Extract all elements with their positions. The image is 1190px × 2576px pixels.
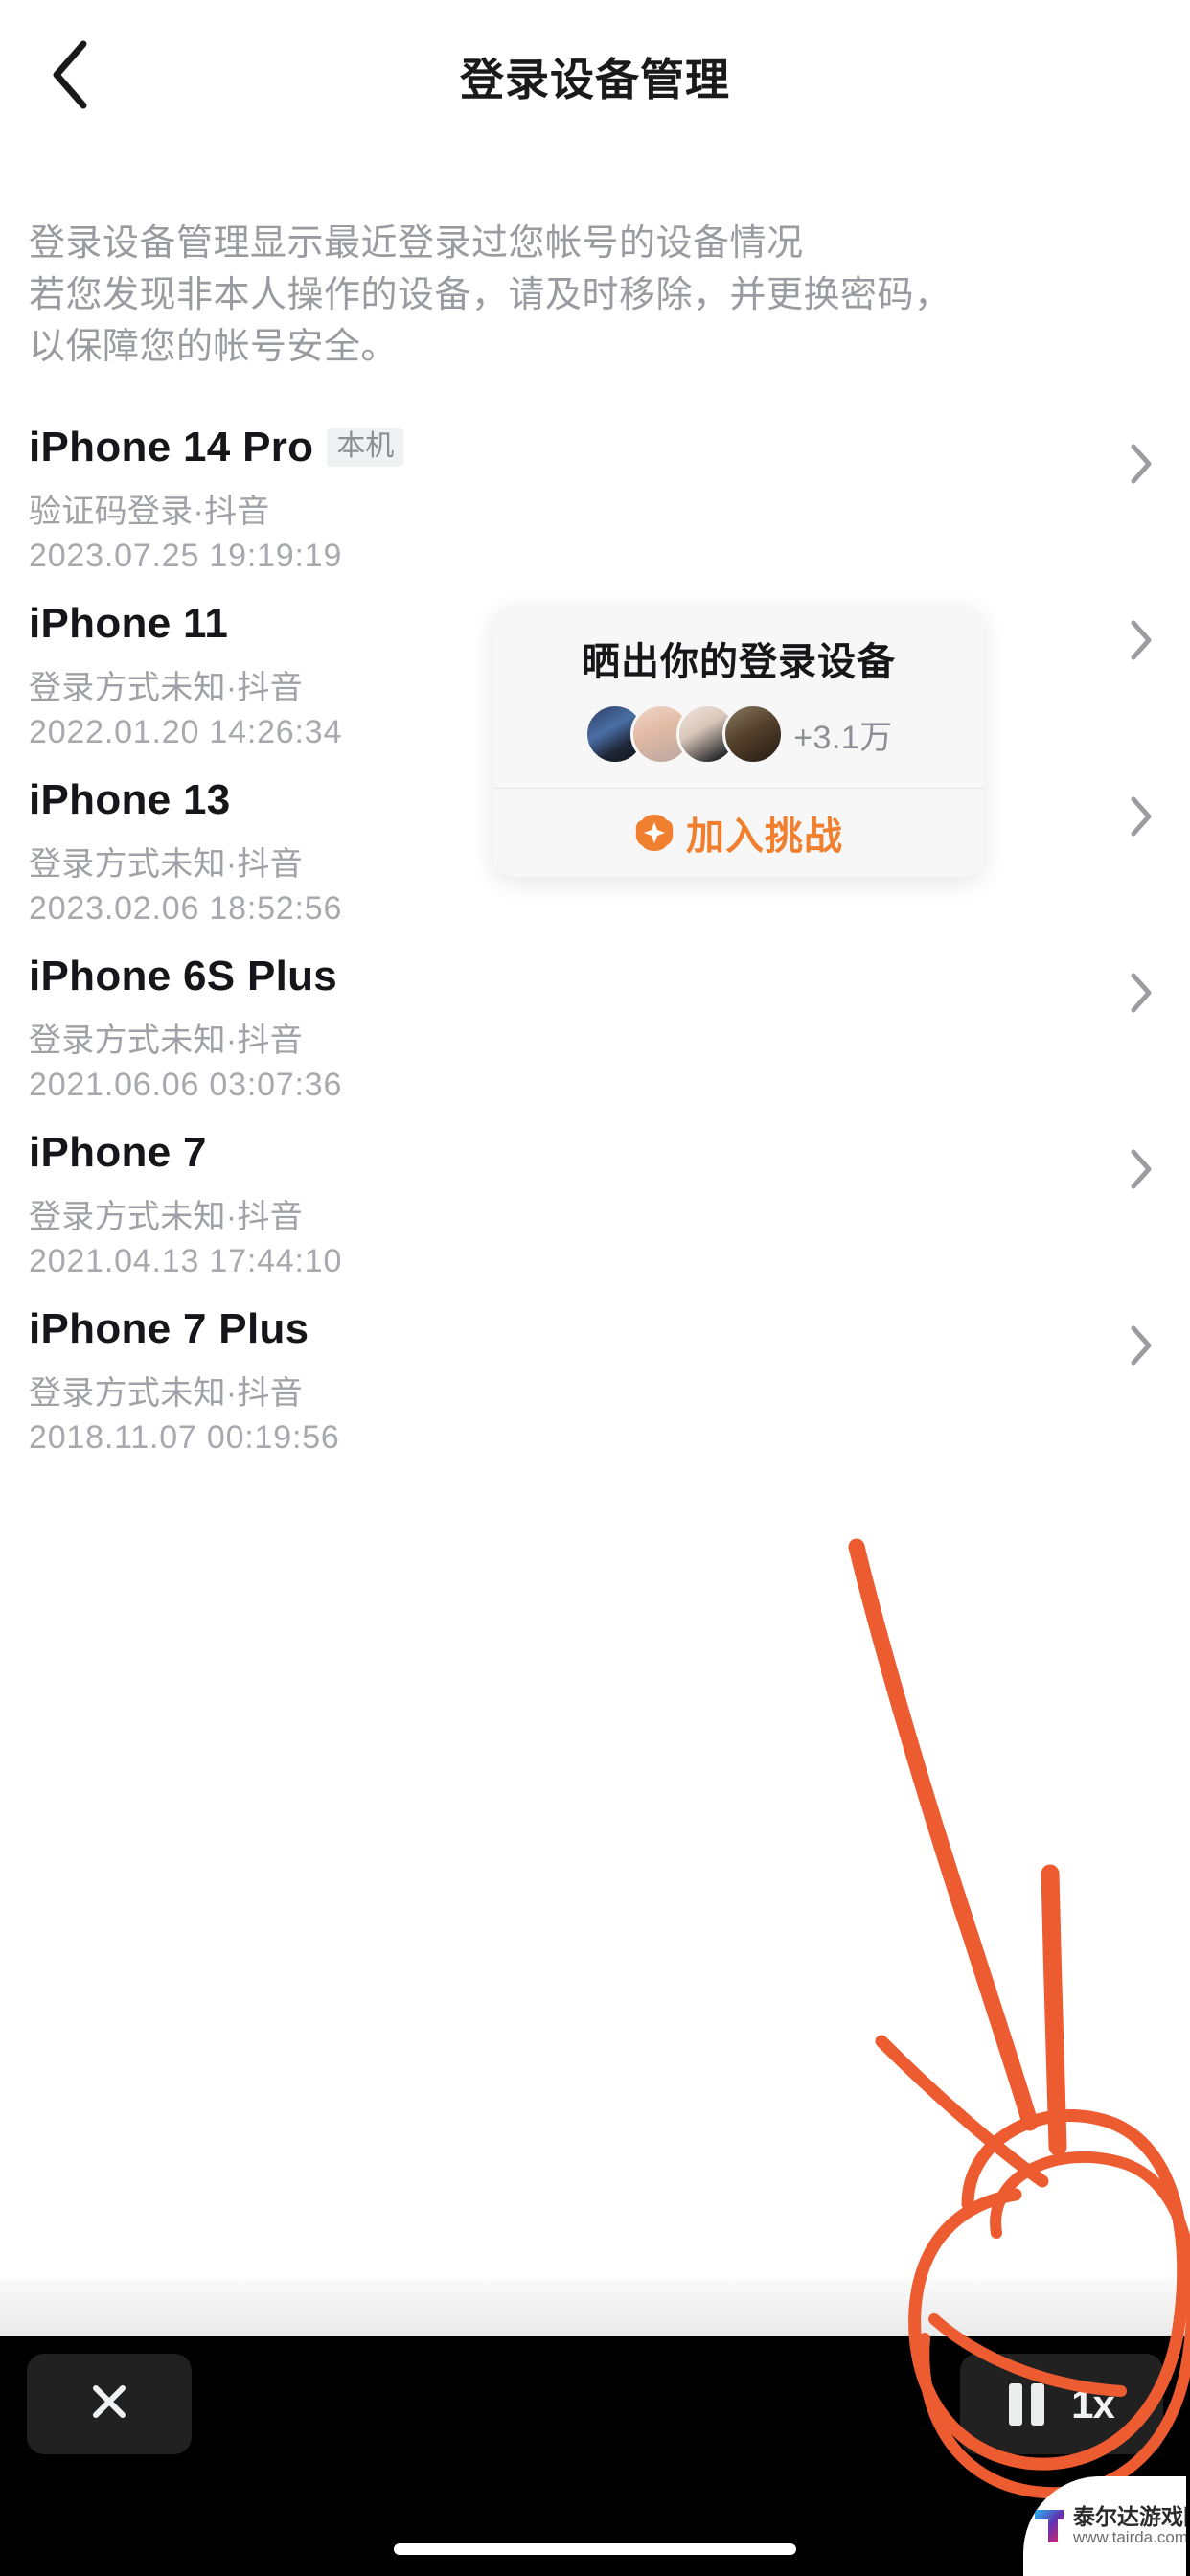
tick-stroke [1041,1864,1067,2156]
challenge-avatar-group: +3.1万 [493,703,984,765]
chevron-right-icon[interactable] [1129,619,1154,666]
avatar [722,703,785,765]
device-list: iPhone 14 Pro 本机 验证码登录·抖音 2023.07.25 19:… [0,414,1190,1472]
pause-icon[interactable] [1009,2382,1045,2426]
page-title: 登录设备管理 [460,55,730,104]
watermark-site-name: 泰尔达游戏网 [1073,2504,1186,2529]
chevron-right-icon[interactable] [1129,972,1154,1019]
device-timestamp: 2021.04.13 17:44:10 [29,1243,343,1279]
device-title-line: iPhone 6S Plus [29,947,1161,1006]
device-title-line: iPhone 14 Pro 本机 [29,418,1161,477]
close-button[interactable] [27,2354,192,2454]
device-name: iPhone 13 [29,776,231,823]
device-title-line: iPhone 7 [29,1123,1161,1183]
device-title-line: iPhone 7 Plus [29,1300,1161,1359]
device-list-item[interactable]: iPhone 7 登录方式未知·抖音 2021.04.13 17:44:10 [0,1123,1190,1296]
home-indicator [394,2543,796,2555]
join-challenge-button[interactable]: 加入挑战 [493,789,984,877]
page-header: 登录设备管理 [0,0,1190,153]
participant-count: +3.1万 [793,719,893,756]
plus-sparkle-icon [634,813,675,853]
device-login-method: 登录方式未知·抖音 [29,1023,304,1059]
chevron-right-icon[interactable] [1129,795,1154,842]
diagonal-stroke [875,2035,1049,2188]
chevron-right-icon[interactable] [1129,1148,1154,1195]
device-timestamp: 2023.02.06 18:52:56 [29,890,343,927]
device-timestamp: 2018.11.07 00:19:56 [29,1419,340,1456]
device-login-method: 登录方式未知·抖音 [29,1375,304,1412]
phone-screen: 登录设备管理 登录设备管理显示最近登录过您帐号的设备情况 若您发现非本人操作的设… [0,0,1190,2576]
device-list-item[interactable]: iPhone 14 Pro 本机 验证码登录·抖音 2023.07.25 19:… [0,418,1190,590]
chevron-right-icon[interactable] [1129,1324,1154,1371]
description-line-3: 以保障您的帐号安全。 [29,326,399,367]
challenge-title: 晒出你的登录设备 [582,641,896,683]
device-timestamp: 2023.07.25 19:19:19 [29,538,343,574]
join-challenge-label: 加入挑战 [686,816,843,858]
tairda-t-logo-icon [1029,2506,1069,2546]
device-login-method: 验证码登录·抖音 [29,494,270,530]
playback-speed-button[interactable]: 1x [960,2354,1163,2454]
challenge-card[interactable]: 晒出你的登录设备 +3.1万 加入挑战 [493,606,984,877]
chevron-right-icon[interactable] [1129,443,1154,490]
watermark-url: www.tairda.com [1073,2528,1186,2547]
current-device-badge: 本机 [327,428,404,467]
device-name: iPhone 14 Pro [29,424,314,471]
close-icon [84,2377,134,2431]
playback-toolbar: 1x [0,2336,1190,2576]
description-line-1: 登录设备管理显示最近登录过您帐号的设备情况 [29,223,804,264]
device-name: iPhone 7 [29,1129,207,1176]
description-line-2: 若您发现非本人操作的设备，请及时移除，并更换密码， [29,274,951,315]
speed-label: 1x [1071,2380,1115,2426]
arrow-stroke [848,1538,1039,2131]
device-list-item[interactable]: iPhone 6S Plus 登录方式未知·抖音 2021.06.06 03:0… [0,947,1190,1119]
device-name: iPhone 7 Plus [29,1305,309,1352]
bottom-gradient-strip [0,2279,1190,2336]
device-name: iPhone 6S Plus [29,953,338,1000]
watermark-text: 泰尔达游戏网 www.tairda.com [1073,2504,1186,2547]
device-list-item[interactable]: iPhone 7 Plus 登录方式未知·抖音 2018.11.07 00:19… [0,1300,1190,1472]
device-name: iPhone 11 [29,600,229,647]
device-login-method: 登录方式未知·抖音 [29,1199,304,1235]
description-text: 登录设备管理显示最近登录过您帐号的设备情况 若您发现非本人操作的设备，请及时移除… [29,218,1159,374]
device-timestamp: 2021.06.06 03:07:36 [29,1067,343,1103]
